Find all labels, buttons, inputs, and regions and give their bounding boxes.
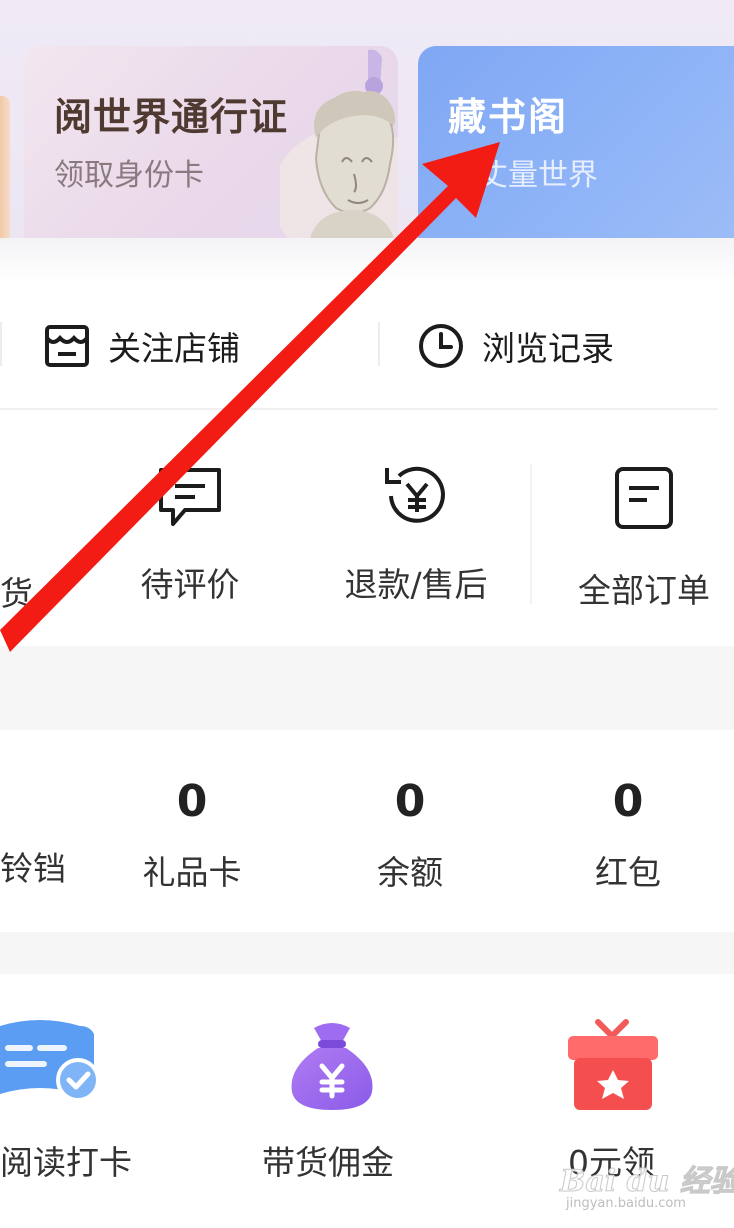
watermark-logo: Bai du 经验 bbox=[560, 1164, 734, 1200]
annotation-arrow-icon bbox=[0, 142, 500, 652]
watermark-url: jingyan.baidu.com bbox=[566, 1196, 686, 1211]
